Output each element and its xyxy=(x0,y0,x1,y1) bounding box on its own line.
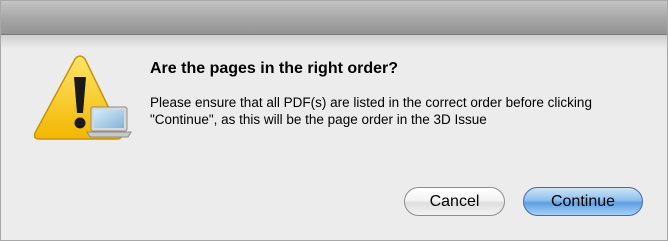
laptop-badge-icon xyxy=(86,106,132,138)
window-titlebar[interactable] xyxy=(1,1,667,35)
titlebar-shadow xyxy=(1,35,667,49)
continue-button[interactable]: Continue xyxy=(523,187,643,216)
alert-dialog: Are the pages in the right order? Please… xyxy=(0,0,668,241)
dialog-message: Please ensure that all PDF(s) are listed… xyxy=(150,95,592,127)
dialog-title: Are the pages in the right order? xyxy=(150,60,399,77)
warning-icon xyxy=(33,55,132,140)
cancel-button[interactable]: Cancel xyxy=(404,187,505,216)
